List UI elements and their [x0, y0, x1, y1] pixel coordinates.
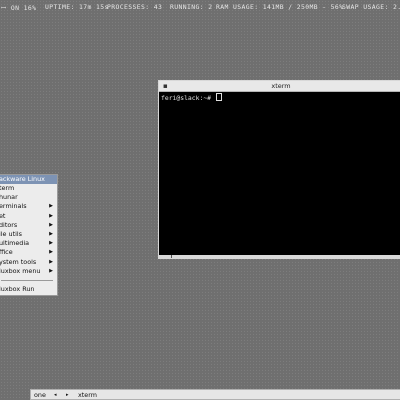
- menu-item-label: ffice: [0, 248, 13, 257]
- text-cursor: [215, 93, 222, 101]
- workspace-name[interactable]: one: [34, 391, 46, 399]
- submenu-arrow-icon: ▶: [49, 230, 53, 237]
- menu-item-label: ultimedia: [0, 239, 30, 248]
- xterm-window[interactable]: ▪ xterm feri@slack:~#: [158, 80, 400, 259]
- menu-item[interactable]: hunar: [0, 193, 57, 202]
- submenu-arrow-icon: ▶: [49, 258, 53, 265]
- menu-item[interactable]: ffice ▶: [0, 248, 57, 257]
- uptime-status: UPTIME: 17m 15s: [45, 3, 109, 11]
- swap-status: SWAP USAGE: 2.6: [342, 3, 400, 11]
- menu-title: ackware Linux: [0, 175, 57, 184]
- root-menu: ackware Linux term hunar erminals ▶ et ▶ ditor…: [0, 174, 58, 296]
- menu-item[interactable]: et ▶: [0, 212, 57, 221]
- menu-item-label: hunar: [0, 193, 18, 202]
- menu-item[interactable]: erminals ▶: [0, 202, 57, 211]
- menu-item-label: luxbox Run: [0, 284, 35, 293]
- menu-separator: [1, 279, 53, 281]
- menu-item-label: ditors: [0, 220, 18, 229]
- terminal-area[interactable]: feri@slack:~#: [161, 93, 222, 102]
- menu-item-label: erminals: [0, 202, 27, 211]
- running-status: RUNNING: 2: [170, 3, 213, 11]
- menu-item[interactable]: ystem tools ▶: [0, 258, 57, 267]
- ram-status: RAM USAGE: 141MB / 250MB - 56%: [216, 3, 344, 11]
- system-status-bar: ꟷ ON 16% UPTIME: 17m 15s PROCESSES: 43 R…: [0, 0, 400, 14]
- menu-item-label: term: [0, 184, 15, 192]
- submenu-arrow-icon: ▶: [49, 203, 53, 210]
- menu-item[interactable]: ultimedia ▶: [0, 239, 57, 248]
- submenu-arrow-icon: ▶: [49, 221, 53, 228]
- cpu-status: ꟷ ON 16%: [1, 4, 37, 12]
- taskbar-item-xterm[interactable]: xterm: [78, 391, 97, 399]
- menu-item-label: et: [0, 211, 6, 220]
- window-titlebar[interactable]: ▪ xterm: [159, 81, 400, 92]
- next-workspace-icon[interactable]: ▸: [66, 392, 69, 398]
- menu-item[interactable]: term: [0, 184, 57, 193]
- menu-item[interactable]: ile utils ▶: [0, 230, 57, 239]
- resize-grip[interactable]: [171, 255, 172, 258]
- submenu-arrow-icon: ▶: [49, 240, 53, 247]
- shell-prompt: feri@slack:~#: [161, 94, 215, 102]
- submenu-arrow-icon: ▶: [49, 212, 53, 219]
- prev-workspace-icon[interactable]: ◂: [54, 392, 57, 398]
- submenu-arrow-icon: ▶: [49, 267, 53, 274]
- menu-item-label: ystem tools: [0, 257, 37, 266]
- processes-status: PROCESSES: 43: [107, 3, 163, 11]
- menu-item-run[interactable]: luxbox Run: [0, 285, 57, 294]
- menu-item-label: luxbox menu: [0, 266, 41, 275]
- window-handle-bar[interactable]: [159, 255, 400, 258]
- menu-item[interactable]: ditors ▶: [0, 221, 57, 230]
- window-title: xterm: [271, 82, 291, 90]
- menu-item-label: ile utils: [0, 229, 22, 238]
- menu-item[interactable]: luxbox menu ▶: [0, 267, 57, 276]
- submenu-arrow-icon: ▶: [49, 249, 53, 256]
- toolbar: one ◂ ▸ xterm: [30, 389, 400, 400]
